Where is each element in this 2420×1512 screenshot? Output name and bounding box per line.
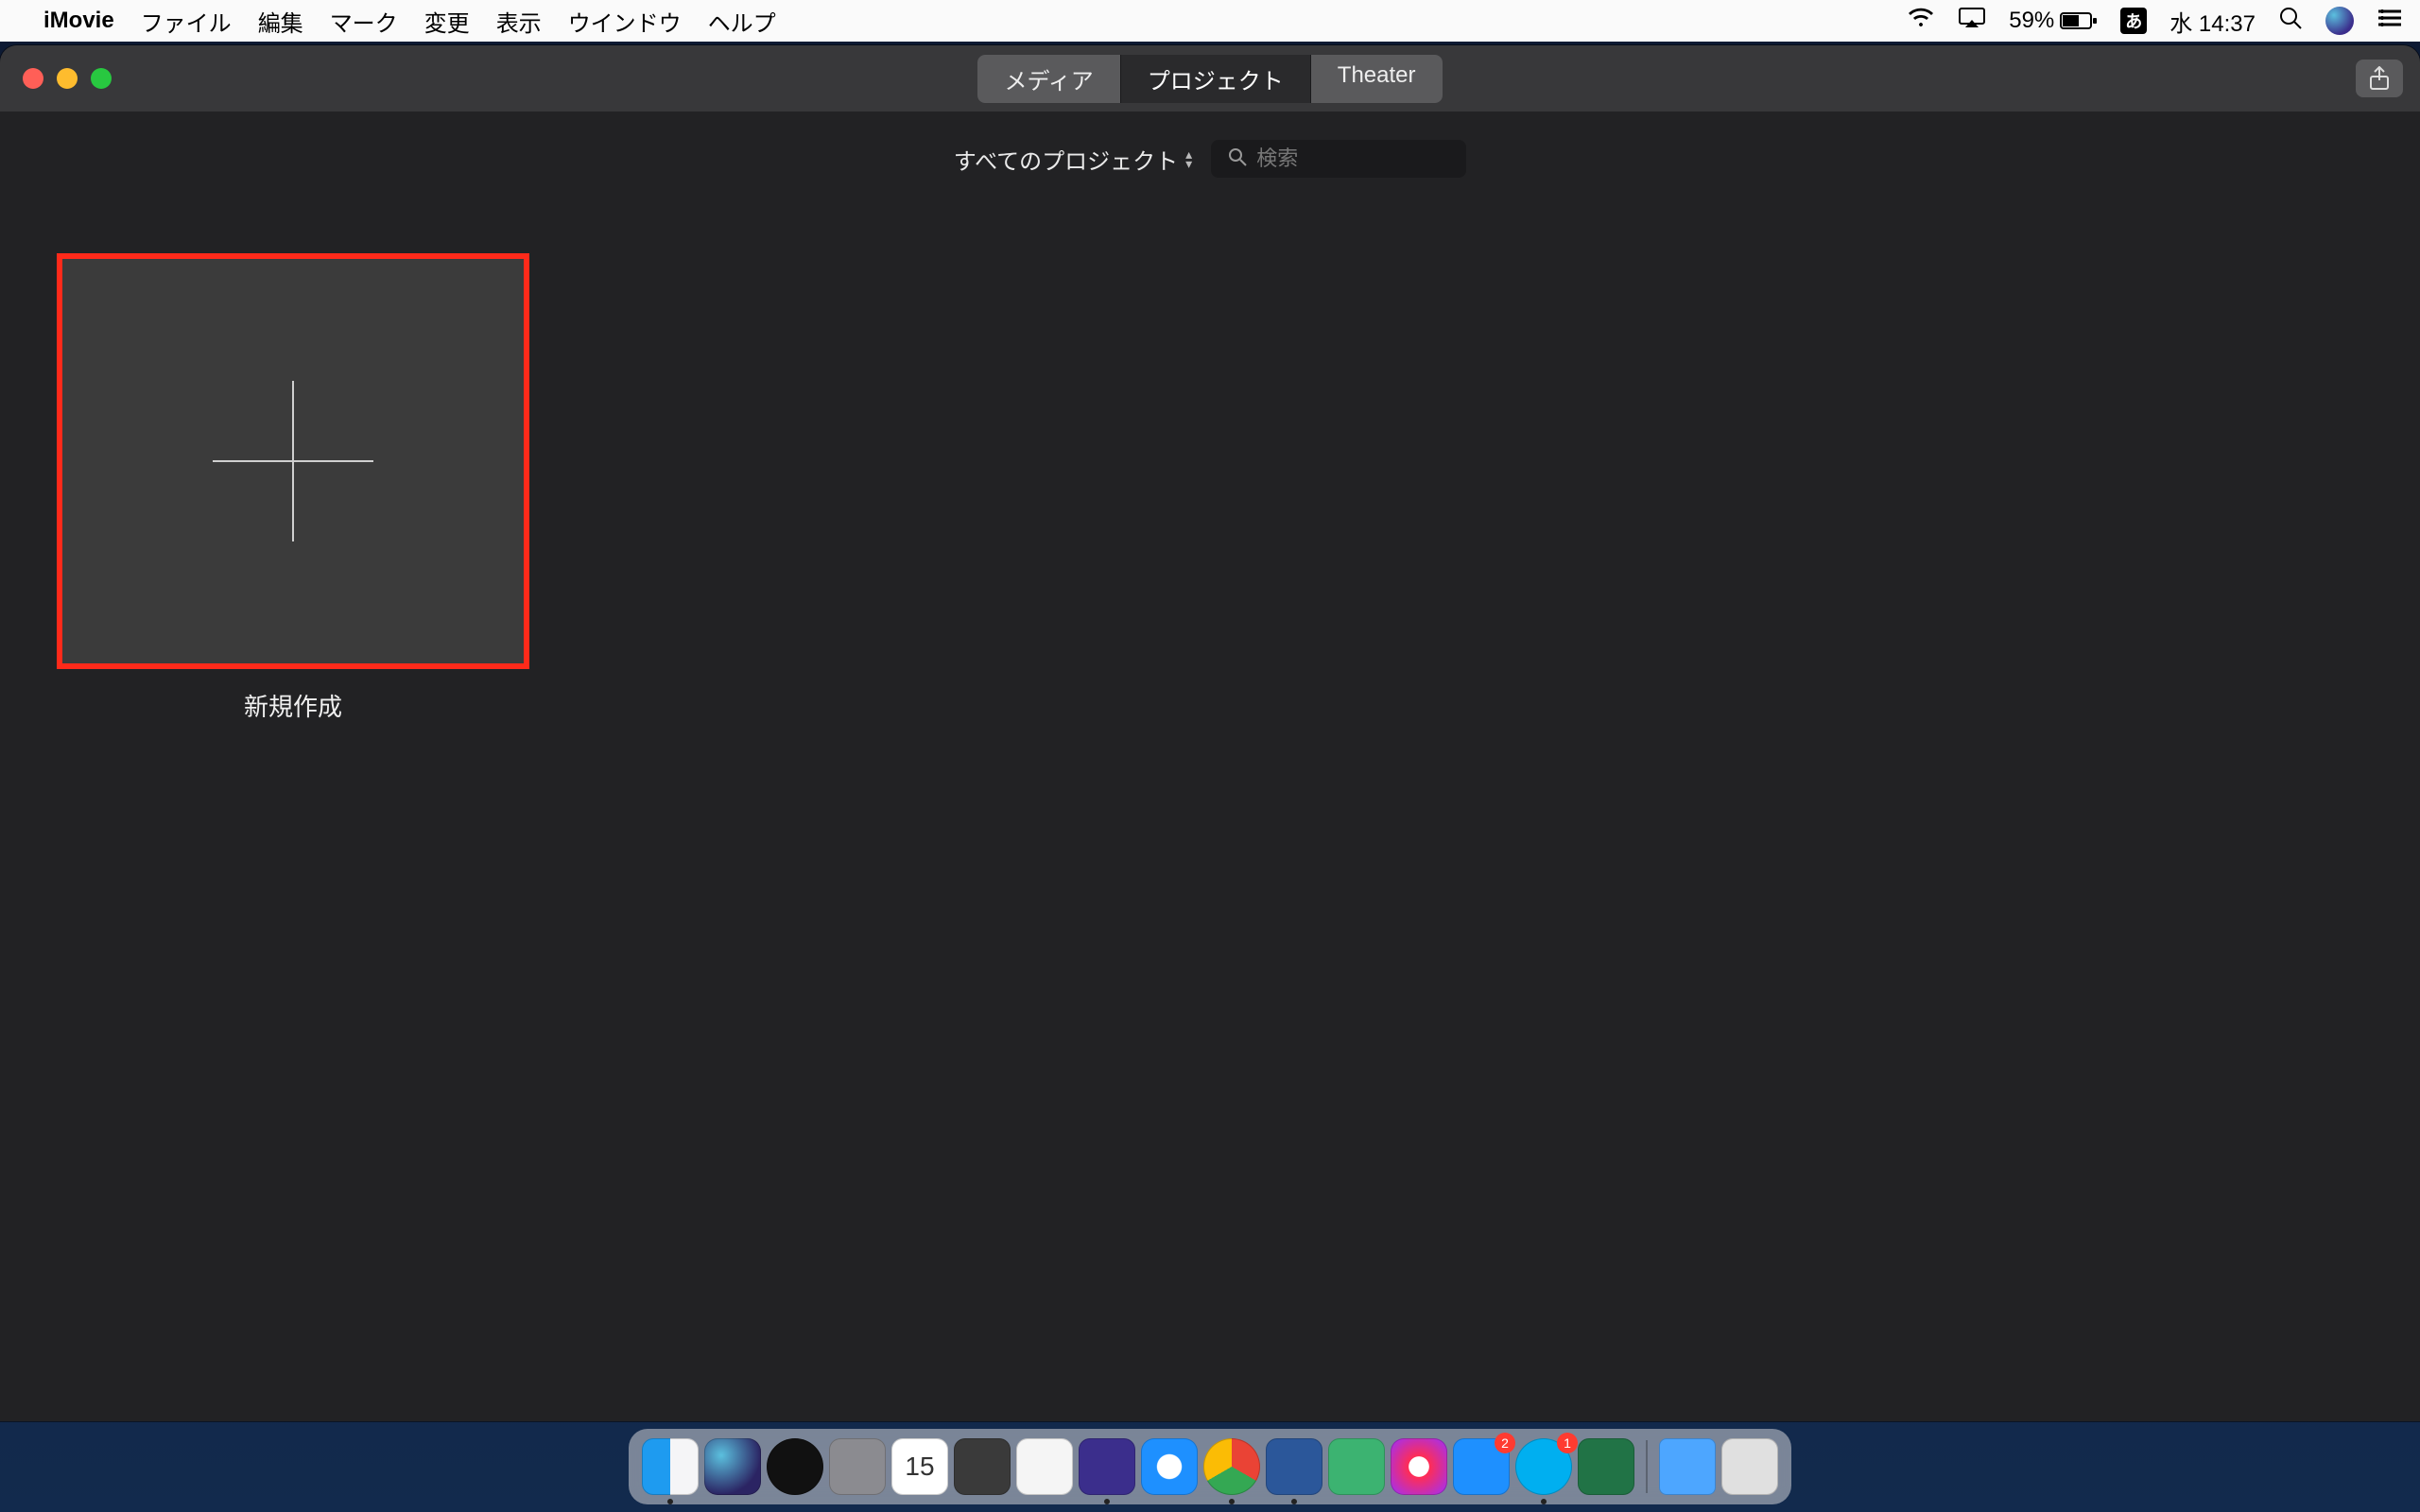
- calendar-date-icon: 15: [891, 1438, 948, 1495]
- project-filter-dropdown[interactable]: すべてのプロジェクト ▴▾: [954, 143, 1192, 176]
- dock-safari[interactable]: [1141, 1438, 1198, 1495]
- appstore-badge: 2: [1495, 1433, 1515, 1453]
- menubar-right: 59% あ 水 14:37: [1907, 5, 2403, 38]
- dock-calendar[interactable]: 15: [891, 1438, 948, 1495]
- project-filter-label: すべてのプロジェクト: [954, 143, 1178, 176]
- menu-file[interactable]: ファイル: [141, 5, 232, 38]
- app-menu[interactable]: iMovie: [43, 8, 114, 34]
- calendar-day-number: 15: [905, 1452, 934, 1482]
- menu-modify[interactable]: 変更: [424, 5, 470, 38]
- window-maximize-button[interactable]: [91, 68, 112, 89]
- tab-media[interactable]: メディア: [977, 55, 1120, 103]
- filter-row: すべてのプロジェクト ▴▾: [0, 112, 2420, 197]
- dock-imovie[interactable]: [1079, 1438, 1135, 1495]
- window-close-button[interactable]: [23, 68, 43, 89]
- macos-menubar: iMovie ファイル 編集 マーク 変更 表示 ウインドウ ヘルプ 59% あ…: [0, 0, 2420, 42]
- share-icon: [2369, 66, 2390, 91]
- wifi-icon[interactable]: [1907, 8, 1935, 35]
- tab-theater[interactable]: Theater: [1311, 55, 1443, 103]
- dock-downloads[interactable]: [1659, 1438, 1716, 1495]
- dock-siri[interactable]: [704, 1438, 761, 1495]
- notification-center-icon[interactable]: [2377, 8, 2403, 35]
- spotlight-search-icon[interactable]: [2278, 6, 2303, 37]
- skype-badge: 1: [1557, 1433, 1578, 1453]
- battery-status[interactable]: 59%: [2009, 8, 2098, 34]
- new-project-button[interactable]: [57, 253, 529, 669]
- projects-grid: 新規作成: [0, 197, 2420, 780]
- plus-icon: [213, 381, 373, 541]
- dock-word[interactable]: [1266, 1438, 1322, 1495]
- menu-view[interactable]: 表示: [496, 5, 542, 38]
- dock-launchpad[interactable]: [829, 1438, 886, 1495]
- dock-finder[interactable]: [642, 1438, 699, 1495]
- menu-help[interactable]: ヘルプ: [708, 5, 776, 38]
- search-field[interactable]: [1211, 140, 1466, 178]
- dock-excel[interactable]: [1578, 1438, 1634, 1495]
- main-tabs: メディア プロジェクト Theater: [977, 55, 1442, 103]
- stepper-icon: ▴▾: [1185, 149, 1192, 168]
- menu-window[interactable]: ウインドウ: [568, 5, 682, 38]
- tab-projects[interactable]: プロジェクト: [1121, 55, 1311, 103]
- window-minimize-button[interactable]: [57, 68, 78, 89]
- search-icon: [1228, 147, 1247, 171]
- airplay-icon[interactable]: [1958, 7, 1986, 36]
- dock-app-1[interactable]: [954, 1438, 1011, 1495]
- menu-edit[interactable]: 編集: [258, 5, 303, 38]
- dock-trash[interactable]: [1721, 1438, 1778, 1495]
- menubar-left: iMovie ファイル 編集 マーク 変更 表示 ウインドウ ヘルプ: [17, 5, 776, 38]
- imovie-window: メディア プロジェクト Theater すべてのプロジェクト ▴▾ 新規作成: [0, 45, 2420, 1421]
- window-controls: [23, 68, 112, 89]
- dock-chrome[interactable]: [1203, 1438, 1260, 1495]
- battery-percentage: 59%: [2009, 8, 2054, 34]
- window-titlebar: メディア プロジェクト Theater: [0, 45, 2420, 112]
- input-method-icon[interactable]: あ: [2120, 8, 2147, 34]
- siri-icon[interactable]: [2325, 7, 2354, 35]
- dock: 15 2 1: [629, 1429, 1791, 1504]
- dock-dashboard[interactable]: [767, 1438, 823, 1495]
- dock-appstore[interactable]: 2: [1453, 1438, 1510, 1495]
- dock-separator: [1646, 1440, 1648, 1493]
- new-project-label: 新規作成: [57, 688, 529, 723]
- clock[interactable]: 水 14:37: [2169, 5, 2256, 38]
- dock-vlc[interactable]: [1016, 1438, 1073, 1495]
- share-button[interactable]: [2356, 60, 2403, 97]
- dock-itunes[interactable]: [1391, 1438, 1447, 1495]
- dock-preview[interactable]: [1328, 1438, 1385, 1495]
- new-project-item: 新規作成: [57, 253, 529, 723]
- dock-skype[interactable]: 1: [1515, 1438, 1572, 1495]
- search-input[interactable]: [1256, 146, 1449, 171]
- menu-mark[interactable]: マーク: [330, 5, 398, 38]
